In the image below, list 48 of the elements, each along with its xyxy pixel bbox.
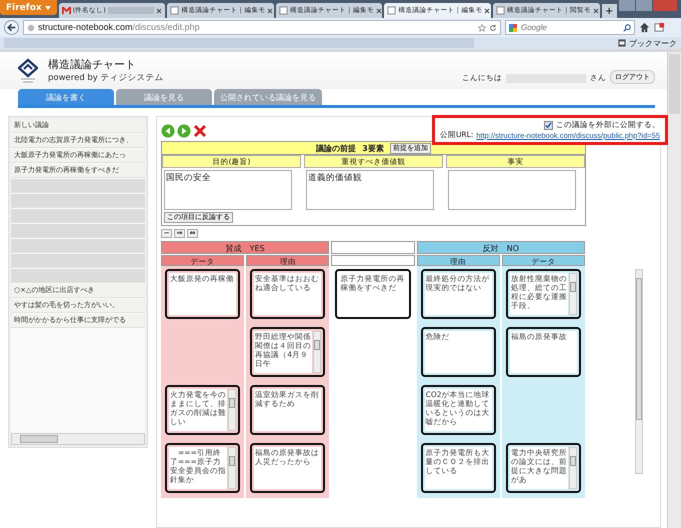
premise-count: 3要素: [362, 142, 384, 154]
addon-icon[interactable]: [654, 22, 665, 33]
blurred-text: [108, 7, 154, 14]
new-tab-button[interactable]: +: [602, 4, 617, 18]
bookmarks-icon: [618, 39, 626, 47]
window-controls[interactable]: [619, 0, 677, 11]
premise-title: 議論の前提: [316, 142, 356, 154]
mail-icon: [62, 6, 71, 15]
page-icon: [387, 6, 396, 15]
globe-icon: [27, 24, 35, 32]
delete-icon[interactable]: [193, 124, 207, 138]
yes-header: 賛成 YES: [161, 241, 330, 254]
bookmarks-button[interactable]: ブックマーク: [618, 38, 677, 48]
close-icon[interactable]: [267, 8, 274, 14]
text-area[interactable]: 道義的価値観: [306, 170, 434, 210]
site-subtitle: powered by ティジシステム: [48, 72, 164, 84]
text-area[interactable]: [448, 170, 576, 210]
search-field[interactable]: Google: [505, 20, 635, 35]
reload-icon[interactable]: [489, 24, 497, 32]
url-text: structure-notebook.com/discuss/edit.php: [38, 22, 200, 33]
page-icon: [278, 6, 288, 15]
back-button-icon[interactable]: [4, 20, 19, 35]
card-scrollbar[interactable]: [228, 389, 236, 431]
horizontal-scrollbar[interactable]: [11, 433, 145, 445]
logo-icon: [18, 58, 38, 84]
card-scrollbar[interactable]: [313, 331, 322, 373]
page-icon: [496, 6, 505, 15]
close-icon[interactable]: [592, 8, 599, 14]
board-scrollbar[interactable]: [635, 269, 643, 474]
card-scrollbar[interactable]: [568, 273, 577, 315]
text-area[interactable]: 国民の安全: [164, 170, 292, 210]
publish-checkbox[interactable]: [544, 120, 553, 130]
google-icon: [509, 24, 517, 32]
card-scrollbar[interactable]: [568, 447, 577, 489]
address-bar[interactable]: structure-notebook.com/discuss/edit.php: [23, 20, 501, 35]
page-scrollbar[interactable]: [667, 52, 681, 528]
caret-icon: [44, 6, 51, 10]
close-icon[interactable]: [156, 8, 162, 14]
home-icon[interactable]: [639, 22, 650, 33]
close-icon[interactable]: [376, 8, 382, 14]
site-title: 構造議論チャート: [48, 57, 137, 72]
star-icon[interactable]: [478, 24, 486, 32]
close-icon[interactable]: [484, 8, 490, 14]
page-icon: [170, 6, 180, 15]
search-icon[interactable]: [623, 24, 631, 32]
no-header: 反対 NO: [416, 241, 585, 254]
bookmarks-label: ブックマーク: [629, 38, 677, 48]
card-scrollbar[interactable]: [228, 447, 236, 489]
